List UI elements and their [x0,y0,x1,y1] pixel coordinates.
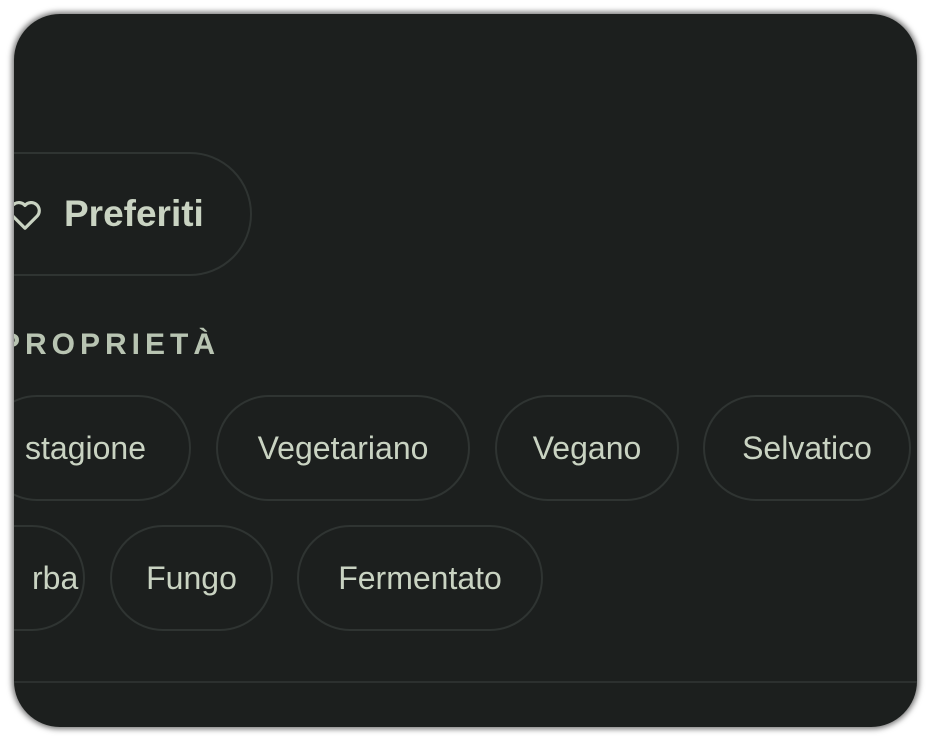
chip-label: Fermentato [338,559,502,596]
chip-fungo[interactable]: Fungo [110,525,273,631]
favorites-chip[interactable]: Preferiti [14,152,252,276]
section-title: PROPRIETÀ [14,328,221,361]
panel: Preferiti PROPRIETÀ stagione Vegetariano… [14,14,917,727]
chip-label: Vegetariano [257,429,429,466]
favorites-label: Preferiti [64,193,204,234]
chip-fermentato[interactable]: Fermentato [297,525,543,631]
chip-label: Vegano [532,429,642,466]
chip-vegetariano[interactable]: Vegetariano [216,395,470,501]
chip-label: Fungo [146,559,237,596]
chip-label: rba [32,559,79,596]
chip-label: stagione [25,429,146,466]
bottom-divider [14,681,917,683]
chip-label: Selvatico [742,429,872,466]
chip-selvatico[interactable]: Selvatico [703,395,911,501]
chip-erba[interactable]: rba [14,525,85,631]
chip-vegano[interactable]: Vegano [495,395,679,501]
heart-outline-icon [14,201,41,230]
chip-stagione[interactable]: stagione [14,395,191,501]
